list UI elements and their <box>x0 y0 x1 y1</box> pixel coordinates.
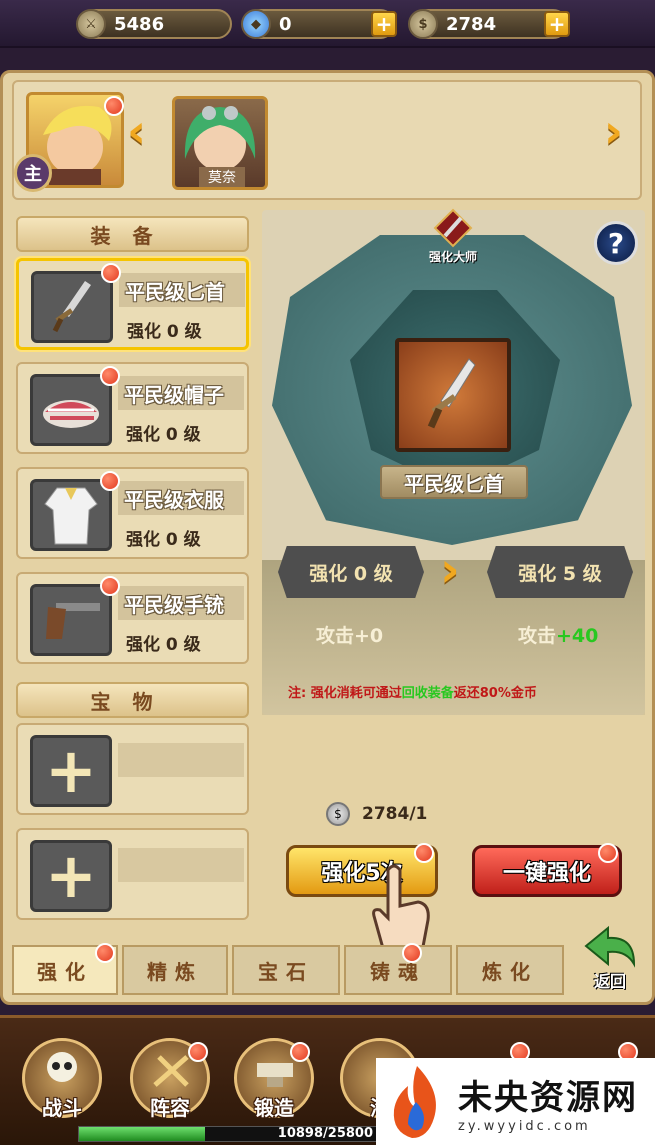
notification-dot <box>290 1042 310 1062</box>
current-attack-value: +0 <box>354 625 384 647</box>
tab-gem[interactable]: 宝石 <box>232 945 340 995</box>
experience-progress-bar: 10898/25800 <box>78 1126 378 1142</box>
back-button[interactable]: 返回 <box>572 924 648 994</box>
tab-smelt[interactable]: 炼化 <box>456 945 564 995</box>
clothes-icon <box>30 479 112 551</box>
level-arrow-icon: › <box>440 542 460 598</box>
flame-logo-icon <box>393 1065 436 1138</box>
treasure-slot-1[interactable]: + <box>16 723 249 815</box>
add-coin-button[interactable]: + <box>544 11 570 37</box>
equipment-name: 平民级帽子 <box>118 376 244 410</box>
main-hero-badge: 主 <box>14 154 52 192</box>
notification-dot <box>598 843 618 863</box>
selected-weapon-box <box>395 338 511 452</box>
notification-dot <box>100 576 120 596</box>
notification-dot <box>100 471 120 491</box>
back-label: 返回 <box>593 972 626 991</box>
power-icon: ⚔ <box>76 9 106 39</box>
pistol-icon <box>30 584 112 656</box>
prev-hero-arrow-icon[interactable]: ‹ <box>127 104 146 158</box>
enhance-master-label: 强化大师 <box>428 250 477 264</box>
help-button[interactable]: ? <box>594 221 638 265</box>
hero-portrait-second[interactable]: 莫奈 <box>172 96 268 190</box>
watermark-title: 未央资源网 <box>458 1077 638 1118</box>
enhance-master-icon <box>433 208 473 248</box>
equipment-slot-pistol[interactable]: 平民级手铳 强化 0 级 <box>16 572 249 664</box>
equipment-level: 强化 0 级 <box>126 635 201 655</box>
next-attack-value: +40 <box>556 625 599 647</box>
diamond-display: ◆ 0 + <box>241 9 397 39</box>
dagger-icon <box>31 271 113 343</box>
tab-refine[interactable]: 精炼 <box>122 945 228 995</box>
notification-dot <box>188 1042 208 1062</box>
back-arrow-icon <box>584 925 636 968</box>
notification-dot <box>402 943 422 963</box>
note-recycle-equipment: 回收装备 <box>401 686 454 701</box>
hero-main-notification-dot <box>104 96 124 116</box>
empty-name-bar <box>118 848 244 882</box>
coin-icon: $ <box>326 802 350 826</box>
add-treasure-icon: + <box>30 735 112 807</box>
progress-text: 10898/25800 <box>277 1126 373 1141</box>
diamond-value: 0 <box>279 13 292 35</box>
equipment-slot-dagger[interactable]: 平民级匕首 强化 0 级 <box>16 258 249 350</box>
treasure-header: 宝物 <box>16 682 249 718</box>
next-hero-arrow-icon[interactable]: › <box>604 104 623 158</box>
notification-dot <box>100 366 120 386</box>
add-treasure-icon: + <box>30 840 112 912</box>
coin-display: $ 2784 + <box>408 9 570 39</box>
equipment-slot-hat[interactable]: 平民级帽子 强化 0 级 <box>16 362 249 454</box>
note-text-a: 强化消耗可通过 <box>310 686 402 701</box>
equipment-level: 强化 0 级 <box>126 425 201 445</box>
note-prefix: 注: <box>288 686 307 701</box>
diamond-icon: ◆ <box>241 9 271 39</box>
nav-label: 战斗 <box>42 1096 82 1120</box>
equipment-header: 装备 <box>16 216 249 252</box>
coin-value: 2784 <box>446 13 497 35</box>
equipment-level: 强化 0 级 <box>127 322 202 342</box>
attack-label: 攻击 <box>518 625 557 647</box>
nav-battle[interactable]: 战斗 <box>22 1038 102 1120</box>
enhance-note: 注: 强化消耗可通过回收装备返还80%金币 <box>288 682 537 701</box>
equipment-name: 平民级手铳 <box>118 586 244 620</box>
equipment-level: 强化 0 级 <box>126 530 201 550</box>
notification-dot <box>101 263 121 283</box>
skull-icon <box>47 1052 77 1082</box>
next-level: 强化 5 级 <box>487 546 633 598</box>
enhance-cost: 2784/1 <box>362 804 428 824</box>
watermark: 未央资源网 zy.wyyidc.com <box>376 1058 655 1145</box>
bandana-icon <box>30 374 112 446</box>
tab-soul-casting[interactable]: 铸魂 <box>344 945 452 995</box>
equipment-slot-clothes[interactable]: 平民级衣服 强化 0 级 <box>16 467 249 559</box>
add-diamond-button[interactable]: + <box>371 11 397 37</box>
power-value: 5486 <box>114 13 165 35</box>
current-attack: 攻击+0 <box>316 621 383 648</box>
coin-icon: $ <box>408 9 438 39</box>
next-attack: 攻击+40 <box>518 621 598 648</box>
equipment-name: 平民级衣服 <box>118 481 244 515</box>
treasure-slot-2[interactable]: + <box>16 828 249 920</box>
power-display: ⚔ 5486 <box>76 9 232 39</box>
progress-fill <box>79 1127 205 1141</box>
empty-name-bar <box>118 743 244 777</box>
lineup-icon <box>153 1055 189 1087</box>
watermark-url: zy.wyyidc.com <box>458 1118 591 1134</box>
current-level: 强化 0 级 <box>278 546 424 598</box>
selected-weapon-name: 平民级匕首 <box>380 465 528 499</box>
attack-label: 攻击 <box>316 625 355 647</box>
hero-second-name: 莫奈 <box>199 167 245 187</box>
nav-label: 锻造 <box>254 1096 294 1120</box>
equipment-name: 平民级匕首 <box>119 273 245 307</box>
dagger-icon <box>427 358 476 429</box>
enhance-master-button[interactable]: 强化大师 <box>420 208 486 268</box>
notification-dot <box>95 943 115 963</box>
nav-label: 阵容 <box>150 1096 190 1120</box>
note-text-b: 返还80%金币 <box>453 686 537 701</box>
